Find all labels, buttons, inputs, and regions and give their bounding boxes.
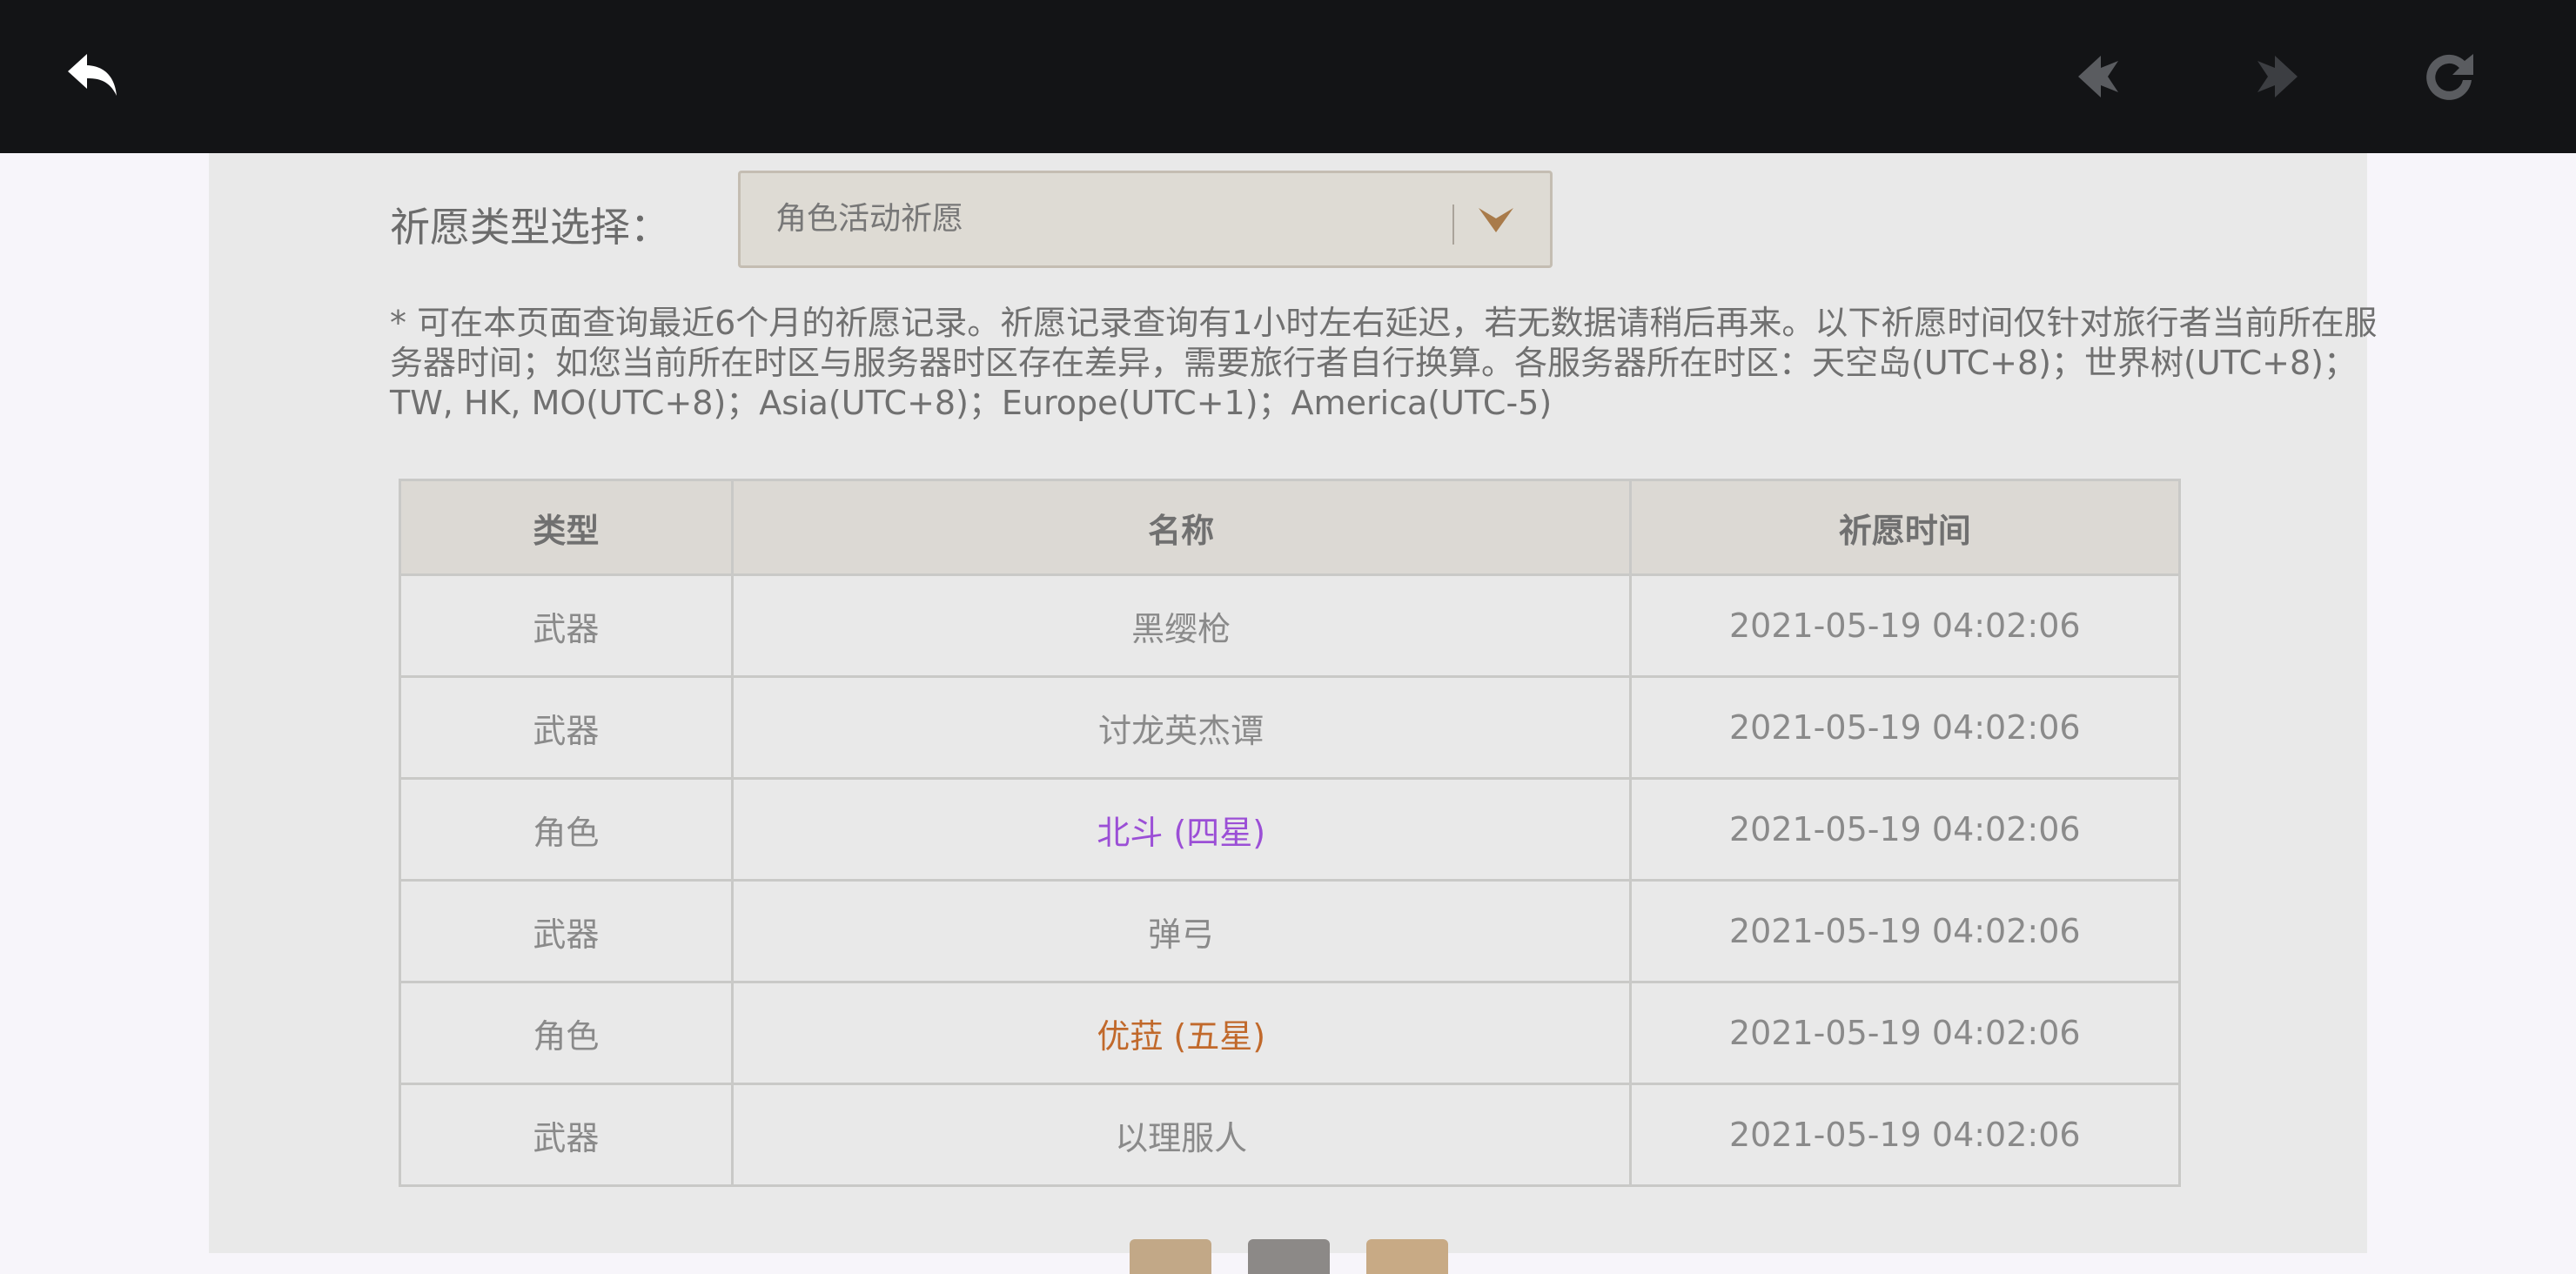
row-time: 2021-05-19 04:02:06 bbox=[1628, 879, 2182, 983]
row-type: 武器 bbox=[399, 675, 734, 780]
row-type: 角色 bbox=[399, 777, 734, 882]
wish-type-selected-value: 角色活动祈愿 bbox=[775, 201, 964, 237]
wish-type-select[interactable]: 角色活动祈愿 bbox=[738, 171, 1553, 268]
header-name: 名称 bbox=[730, 479, 1632, 576]
header-time: 祈愿时间 bbox=[1628, 479, 2182, 576]
pagination-prev-button[interactable] bbox=[1130, 1239, 1211, 1274]
row-type: 武器 bbox=[399, 1083, 734, 1187]
back-arrow-icon[interactable] bbox=[61, 42, 131, 111]
pagination-next-button[interactable] bbox=[1366, 1239, 1448, 1274]
table-row: 武器 讨龙英杰谭 2021-05-19 04:02:06 bbox=[399, 675, 2182, 780]
pagination-current-button[interactable] bbox=[1248, 1239, 1330, 1274]
row-time: 2021-05-19 04:02:06 bbox=[1628, 573, 2182, 678]
row-name: 优菈 (五星) bbox=[730, 981, 1632, 1085]
table-row: 武器 弹弓 2021-05-19 04:02:06 bbox=[399, 879, 2182, 983]
table-row: 武器 以理服人 2021-05-19 04:02:06 bbox=[399, 1083, 2182, 1187]
top-toolbar bbox=[0, 0, 2576, 153]
wish-record-table: 类型 名称 祈愿时间 武器 黑缨枪 2021-05-19 04:02:06 武器… bbox=[399, 479, 2182, 1187]
row-time: 2021-05-19 04:02:06 bbox=[1628, 981, 2182, 1085]
prev-arrow-icon[interactable] bbox=[2066, 42, 2136, 111]
table-row: 角色 优菈 (五星) 2021-05-19 04:02:06 bbox=[399, 981, 2182, 1085]
row-name: 北斗 (四星) bbox=[730, 777, 1632, 882]
row-time: 2021-05-19 04:02:06 bbox=[1628, 675, 2182, 780]
select-divider bbox=[1452, 205, 1454, 245]
wish-type-label: 祈愿类型选择： bbox=[390, 204, 670, 251]
row-name: 弹弓 bbox=[730, 879, 1632, 983]
row-name: 讨龙英杰谭 bbox=[730, 675, 1632, 780]
row-name: 黑缨枪 bbox=[730, 573, 1632, 678]
notice-text: * 可在本页面查询最近6个月的祈愿记录。祈愿记录查询有1小时左右延迟，若无数据请… bbox=[390, 304, 2378, 422]
next-arrow-icon[interactable] bbox=[2240, 42, 2310, 111]
table-header-row: 类型 名称 祈愿时间 bbox=[399, 479, 2182, 576]
row-name: 以理服人 bbox=[730, 1083, 1632, 1187]
chevron-down-icon bbox=[1479, 208, 1513, 232]
table-row: 角色 北斗 (四星) 2021-05-19 04:02:06 bbox=[399, 777, 2182, 882]
table-row: 武器 黑缨枪 2021-05-19 04:02:06 bbox=[399, 573, 2182, 678]
refresh-icon[interactable] bbox=[2414, 42, 2484, 111]
row-type: 武器 bbox=[399, 879, 734, 983]
row-type: 角色 bbox=[399, 981, 734, 1085]
row-time: 2021-05-19 04:02:06 bbox=[1628, 1083, 2182, 1187]
wish-history-panel: 祈愿类型选择： 角色活动祈愿 * 可在本页面查询最近6个月的祈愿记录。祈愿记录查… bbox=[209, 153, 2377, 1274]
row-type: 武器 bbox=[399, 573, 734, 678]
row-time: 2021-05-19 04:02:06 bbox=[1628, 777, 2182, 882]
header-type: 类型 bbox=[399, 479, 734, 576]
